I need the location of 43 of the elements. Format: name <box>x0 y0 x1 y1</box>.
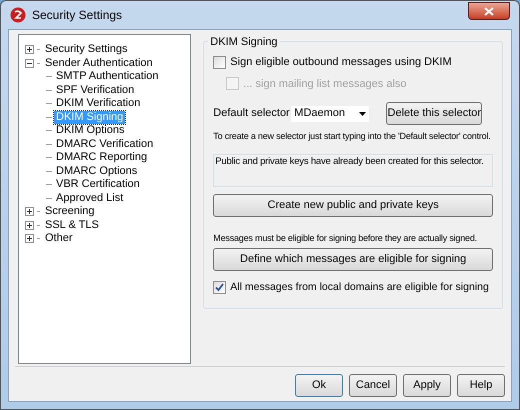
push-button[interactable]: Ok <box>295 374 343 397</box>
push-button[interactable]: Create new public and private keys <box>213 194 493 216</box>
hint-text: To create a new selector just start typing into the 'Default selector' control. <box>213 130 492 143</box>
expand-icon[interactable] <box>25 207 34 216</box>
tree-item[interactable]: DKIM Verification <box>54 97 142 110</box>
close-button[interactable] <box>468 2 510 20</box>
checkbox-label: Sign eligible outbound messages using DKIM <box>230 55 452 70</box>
expand-icon[interactable] <box>25 234 34 244</box>
window-title: Security Settings <box>32 7 122 24</box>
expand-icon[interactable] <box>25 45 34 54</box>
push-button[interactable]: Help <box>457 374 505 397</box>
status-box: Public and private keys have already been created for this selector. <box>213 154 493 186</box>
tree-item[interactable]: SPF Verification <box>54 84 136 97</box>
tree-item[interactable]: SMTP Authentication <box>54 70 161 84</box>
checkbox[interactable] <box>213 56 226 69</box>
group-title: DKIM Signing <box>208 34 280 50</box>
tree-item[interactable]: Screening <box>43 205 97 218</box>
checkbox-label: ... sign mailing list messages also <box>243 76 407 92</box>
checkbox[interactable] <box>213 281 226 294</box>
dropdown-arrow-icon <box>359 112 366 116</box>
expand-icon[interactable] <box>25 220 34 230</box>
push-button[interactable]: Delete this selector <box>386 102 482 125</box>
tree-item[interactable]: Approved List <box>54 192 126 205</box>
eligibility-note: Messages must be eligible for signing before they are actually signed. <box>213 232 478 245</box>
app-logo-icon <box>10 7 26 23</box>
selector-label: Default selector <box>213 106 290 122</box>
push-button[interactable]: Define which messages are eligible for signing <box>213 248 493 271</box>
push-button[interactable]: Apply <box>403 374 451 397</box>
selector-dropdown[interactable]: MDaemon <box>290 104 370 122</box>
tree-item[interactable]: DMARC Reporting <box>54 151 150 164</box>
close-icon <box>484 6 494 16</box>
tree-item[interactable]: DMARC Options <box>54 164 140 178</box>
push-button[interactable]: Cancel <box>349 374 397 397</box>
tree-item[interactable]: VBR Certification <box>54 178 142 192</box>
checkbox-label: All messages from local domains are eligible for signing <box>230 280 489 295</box>
tree-item[interactable]: Other <box>43 232 75 246</box>
tree-item[interactable]: Security Settings <box>43 43 130 56</box>
tree-item[interactable]: DMARC Verification <box>54 138 156 151</box>
tree-item[interactable]: Sender Authentication <box>43 56 155 70</box>
tree-item[interactable]: SSL & TLS <box>43 218 101 232</box>
tree-item[interactable]: DKIM Options <box>54 124 126 138</box>
collapse-icon[interactable] <box>25 58 34 68</box>
checkmark-icon <box>215 283 224 292</box>
